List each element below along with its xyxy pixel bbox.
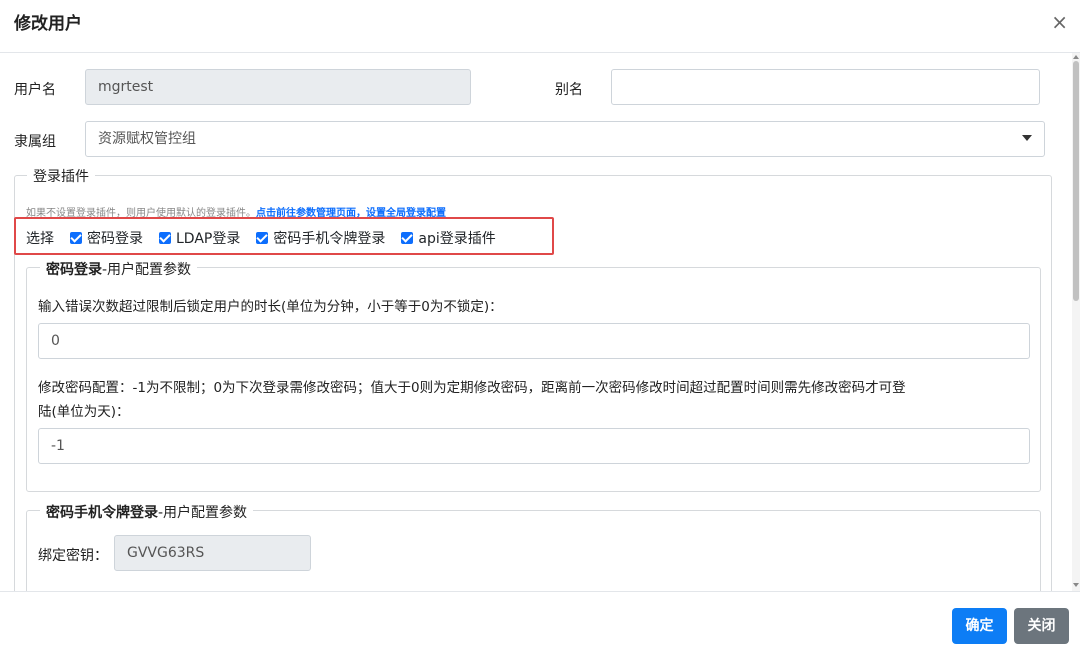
alias-label: 别名 (555, 82, 583, 98)
chevron-down-icon (1022, 135, 1032, 141)
plugin-option-label: api登录插件 (418, 231, 496, 247)
plugin-checkbox-api[interactable]: api登录插件 (401, 228, 496, 248)
plugin-option-label: LDAP登录 (176, 231, 241, 247)
plugin-checkbox-ldap[interactable]: LDAP登录 (159, 228, 240, 248)
legend-bold: 密码手机令牌登录 (46, 505, 158, 521)
checkbox-checked-icon[interactable] (401, 232, 414, 244)
legend-bold: 密码登录 (46, 262, 102, 278)
dialog-body: 用户名 mgrtest 别名 隶属组 资源赋权管控组 登录插件 如果不设置登录插… (0, 53, 1072, 591)
group-select-value: 资源赋权管控组 (98, 131, 196, 147)
scroll-down-icon[interactable] (1073, 583, 1079, 587)
group-select[interactable]: 资源赋权管控组 (85, 121, 1045, 157)
legend-rest: -用户配置参数 (158, 505, 248, 521)
alias-field[interactable] (611, 69, 1040, 105)
dialog-footer: 确定 关闭 (0, 591, 1080, 648)
password-login-legend: 密码登录-用户配置参数 (40, 259, 198, 279)
legend-rest: -用户配置参数 (102, 262, 192, 278)
scroll-up-icon[interactable] (1073, 55, 1079, 59)
plugin-checkbox-token[interactable]: 密码手机令牌登录 (256, 228, 385, 248)
token-login-legend: 密码手机令牌登录-用户配置参数 (40, 502, 254, 522)
password-change-field[interactable]: -1 (38, 428, 1030, 464)
dialog-header: 修改用户 × (0, 0, 1080, 53)
username-field[interactable]: mgrtest (85, 69, 471, 105)
checkbox-checked-icon[interactable] (159, 232, 171, 244)
scroll-thumb[interactable] (1073, 61, 1079, 301)
password-change-label-line2: 陆(单位为天)： (38, 404, 130, 420)
checkbox-checked-icon[interactable] (70, 232, 82, 244)
bind-key-field[interactable]: GVVG63RS (114, 535, 311, 571)
plugin-selector: 选择 密码登录 LDAP登录 密码手机令牌登录 api登录插件 (26, 228, 496, 248)
confirm-button[interactable]: 确定 (952, 608, 1007, 644)
dialog-title: 修改用户 (14, 14, 82, 34)
vertical-scrollbar[interactable] (1072, 53, 1080, 591)
checkbox-checked-icon[interactable] (256, 232, 269, 244)
password-change-label-line1: 修改密码配置：-1为不限制；0为下次登录需修改密码；值大于0则为定期修改密码，距… (38, 380, 906, 396)
plugin-option-label: 密码登录 (87, 231, 143, 247)
plugin-option-label: 密码手机令牌登录 (273, 231, 386, 247)
plugin-select-label: 选择 (26, 231, 54, 247)
group-label: 隶属组 (14, 134, 56, 150)
lock-duration-label: 输入错误次数超过限制后锁定用户的时长(单位为分钟，小于等于0为不锁定)： (38, 299, 503, 315)
bind-key-label: 绑定密钥： (38, 548, 108, 564)
edit-user-dialog: 修改用户 × 用户名 mgrtest 别名 隶属组 资源赋权管控组 登录插件 如… (0, 0, 1080, 648)
lock-duration-field[interactable]: 0 (38, 323, 1030, 359)
close-button[interactable]: 关闭 (1014, 608, 1069, 644)
close-icon[interactable]: × (1051, 10, 1068, 34)
plugin-checkbox-password[interactable]: 密码登录 (70, 228, 143, 248)
login-plugins-legend: 登录插件 (27, 166, 95, 186)
username-label: 用户名 (14, 82, 56, 98)
